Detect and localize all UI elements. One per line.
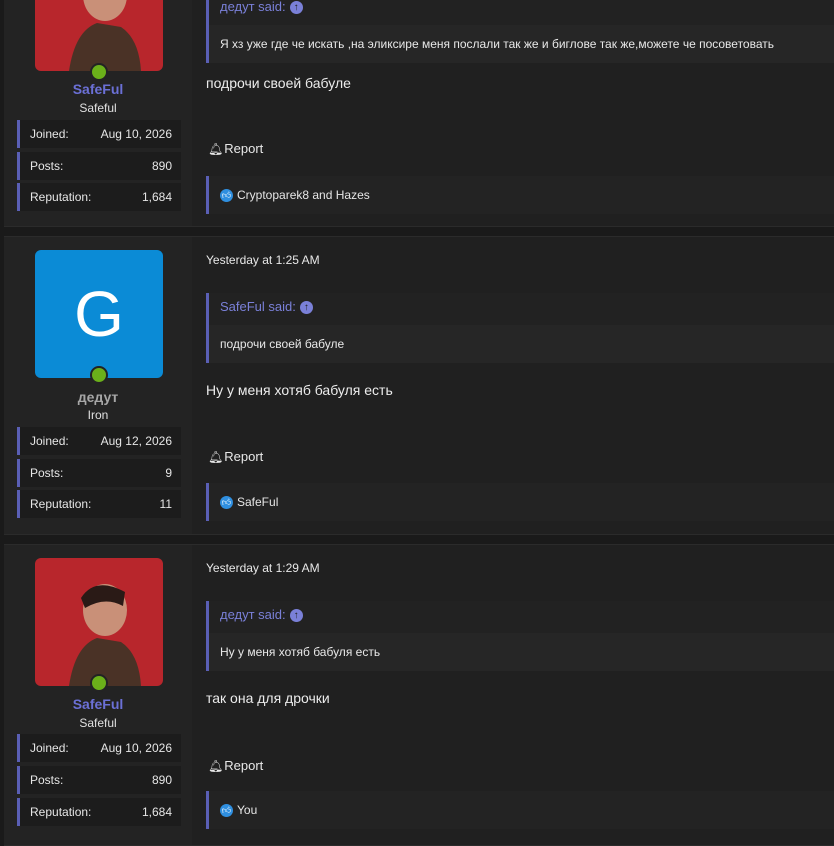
like-icon: 👍︎: [220, 496, 233, 510]
reactions-bar[interactable]: 👍︎ You: [206, 791, 834, 829]
go-to-quote-icon[interactable]: ↑: [289, 1, 303, 15]
avatar-photo: [35, 0, 163, 71]
like-icon: 👍︎: [220, 804, 233, 818]
quote-author[interactable]: SafeFul said:: [220, 299, 296, 314]
like-icon: 👍︎: [220, 189, 233, 203]
post-message: подрочи своей бабуле: [206, 75, 351, 91]
svg-text:G: G: [74, 278, 124, 350]
username-link[interactable]: SafeFul: [4, 696, 192, 712]
reactions-users[interactable]: Cryptoparek8 and Hazes: [237, 188, 370, 202]
report-link[interactable]: 🔔︎Report: [208, 449, 263, 464]
stat-label: Posts:: [30, 159, 64, 173]
report-label: Report: [224, 141, 264, 156]
avatar[interactable]: [35, 0, 163, 71]
bell-icon: 🔔︎: [208, 759, 224, 773]
quote-block: SafeFul said: ↑ подрочи своей бабуле: [206, 293, 834, 363]
bell-icon: 🔔︎: [208, 450, 224, 464]
reactions-users[interactable]: You: [237, 803, 257, 817]
post-body: дедут said: ↑ Я хз уже где че искать ,на …: [192, 0, 834, 226]
quote-text: подрочи своей бабуле: [209, 325, 834, 363]
stat-label: Posts:: [30, 773, 64, 787]
go-to-quote-icon[interactable]: ↑: [299, 301, 313, 315]
stat-label: Reputation:: [30, 190, 92, 204]
report-label: Report: [224, 758, 264, 773]
post-date[interactable]: Yesterday at 1:25 AM: [206, 253, 320, 267]
stat-label: Joined:: [30, 434, 69, 448]
avatar[interactable]: [35, 558, 163, 686]
user-title: Safeful: [79, 101, 117, 115]
stat-value: Aug 10, 2026: [100, 741, 172, 755]
stat-reputation: Reputation: 1,684: [17, 183, 181, 211]
stat-value: Aug 12, 2026: [100, 434, 172, 448]
stat-value[interactable]: 890: [152, 159, 172, 173]
online-status-indicator: [90, 674, 108, 692]
quote-author[interactable]: дедут said:: [220, 607, 286, 622]
user-info-panel: G дедут Iron Joined: Aug 12, 2026 Posts: 9…: [4, 237, 192, 534]
stat-value: Aug 10, 2026: [100, 127, 172, 141]
stat-label: Reputation:: [30, 805, 92, 819]
online-status-indicator: [90, 366, 108, 384]
online-status-indicator: [90, 63, 108, 81]
report-link[interactable]: 🔔︎Report: [208, 141, 263, 156]
reactions-bar[interactable]: 👍︎ SafeFul: [206, 483, 834, 521]
stat-reputation: Reputation: 11: [17, 490, 181, 518]
stat-posts: Posts: 9: [17, 459, 181, 487]
reactions-bar[interactable]: 👍︎ Cryptoparek8 and Hazes: [206, 176, 834, 214]
post-date[interactable]: Yesterday at 1:29 AM: [206, 561, 320, 575]
report-label: Report: [224, 449, 264, 464]
stat-joined: Joined: Aug 10, 2026: [17, 120, 181, 148]
quote-header[interactable]: дедут said: ↑: [209, 0, 834, 25]
stat-joined: Joined: Aug 10, 2026: [17, 734, 181, 762]
avatar-photo: [35, 558, 163, 686]
stat-joined: Joined: Aug 12, 2026: [17, 427, 181, 455]
post-message: так она для дрочки: [206, 690, 330, 706]
stat-posts: Posts: 890: [17, 152, 181, 180]
quote-text: Ну у меня хотяб бабуля есть: [209, 633, 834, 671]
stat-value: 1,684: [141, 805, 172, 819]
stat-posts: Posts: 890: [17, 766, 181, 794]
user-title: Iron: [87, 408, 109, 422]
user-info-panel: SafeFul Safeful Joined: Aug 10, 2026 Post…: [4, 545, 192, 845]
avatar[interactable]: G: [35, 250, 163, 378]
avatar-letter: G: [35, 250, 163, 378]
username-link[interactable]: дедут: [4, 389, 192, 405]
stat-value: 1,684: [141, 190, 172, 204]
post-body: Yesterday at 1:29 AM дедут said: ↑ Ну у м…: [192, 545, 834, 845]
stat-value[interactable]: 9: [165, 466, 172, 480]
post-body: Yesterday at 1:25 AM SafeFul said: ↑ подр…: [192, 237, 834, 534]
reactions-users[interactable]: SafeFul: [237, 495, 278, 509]
quote-header[interactable]: дедут said: ↑: [209, 601, 834, 633]
go-to-quote-icon[interactable]: ↑: [289, 609, 303, 623]
post: SafeFul Safeful Joined: Aug 10, 2026 Post…: [4, 0, 834, 227]
username-link[interactable]: SafeFul: [4, 81, 192, 97]
quote-block: дедут said: ↑ Я хз уже где че искать ,на …: [206, 0, 834, 63]
user-title: Safeful: [79, 716, 117, 730]
quote-header[interactable]: SafeFul said: ↑: [209, 293, 834, 325]
quote-author[interactable]: дедут said:: [220, 0, 286, 14]
user-info-panel: SafeFul Safeful Joined: Aug 10, 2026 Post…: [4, 0, 192, 226]
stat-reputation: Reputation: 1,684: [17, 798, 181, 826]
post: G дедут Iron Joined: Aug 12, 2026 Posts: 9…: [4, 236, 834, 535]
quote-text: Я хз уже где че искать ,на эликсире меня…: [209, 25, 834, 63]
post-message: Ну у меня хотяб бабуля есть: [206, 382, 393, 398]
post: SafeFul Safeful Joined: Aug 10, 2026 Post…: [4, 544, 834, 846]
stat-label: Joined:: [30, 741, 69, 755]
stat-value: 11: [159, 497, 172, 511]
stat-label: Posts:: [30, 466, 64, 480]
report-link[interactable]: 🔔︎Report: [208, 758, 263, 773]
bell-icon: 🔔︎: [208, 142, 224, 156]
stat-label: Reputation:: [30, 497, 92, 511]
stat-value[interactable]: 890: [152, 773, 172, 787]
quote-block: дедут said: ↑ Ну у меня хотяб бабуля есть: [206, 601, 834, 671]
stat-label: Joined:: [30, 127, 69, 141]
